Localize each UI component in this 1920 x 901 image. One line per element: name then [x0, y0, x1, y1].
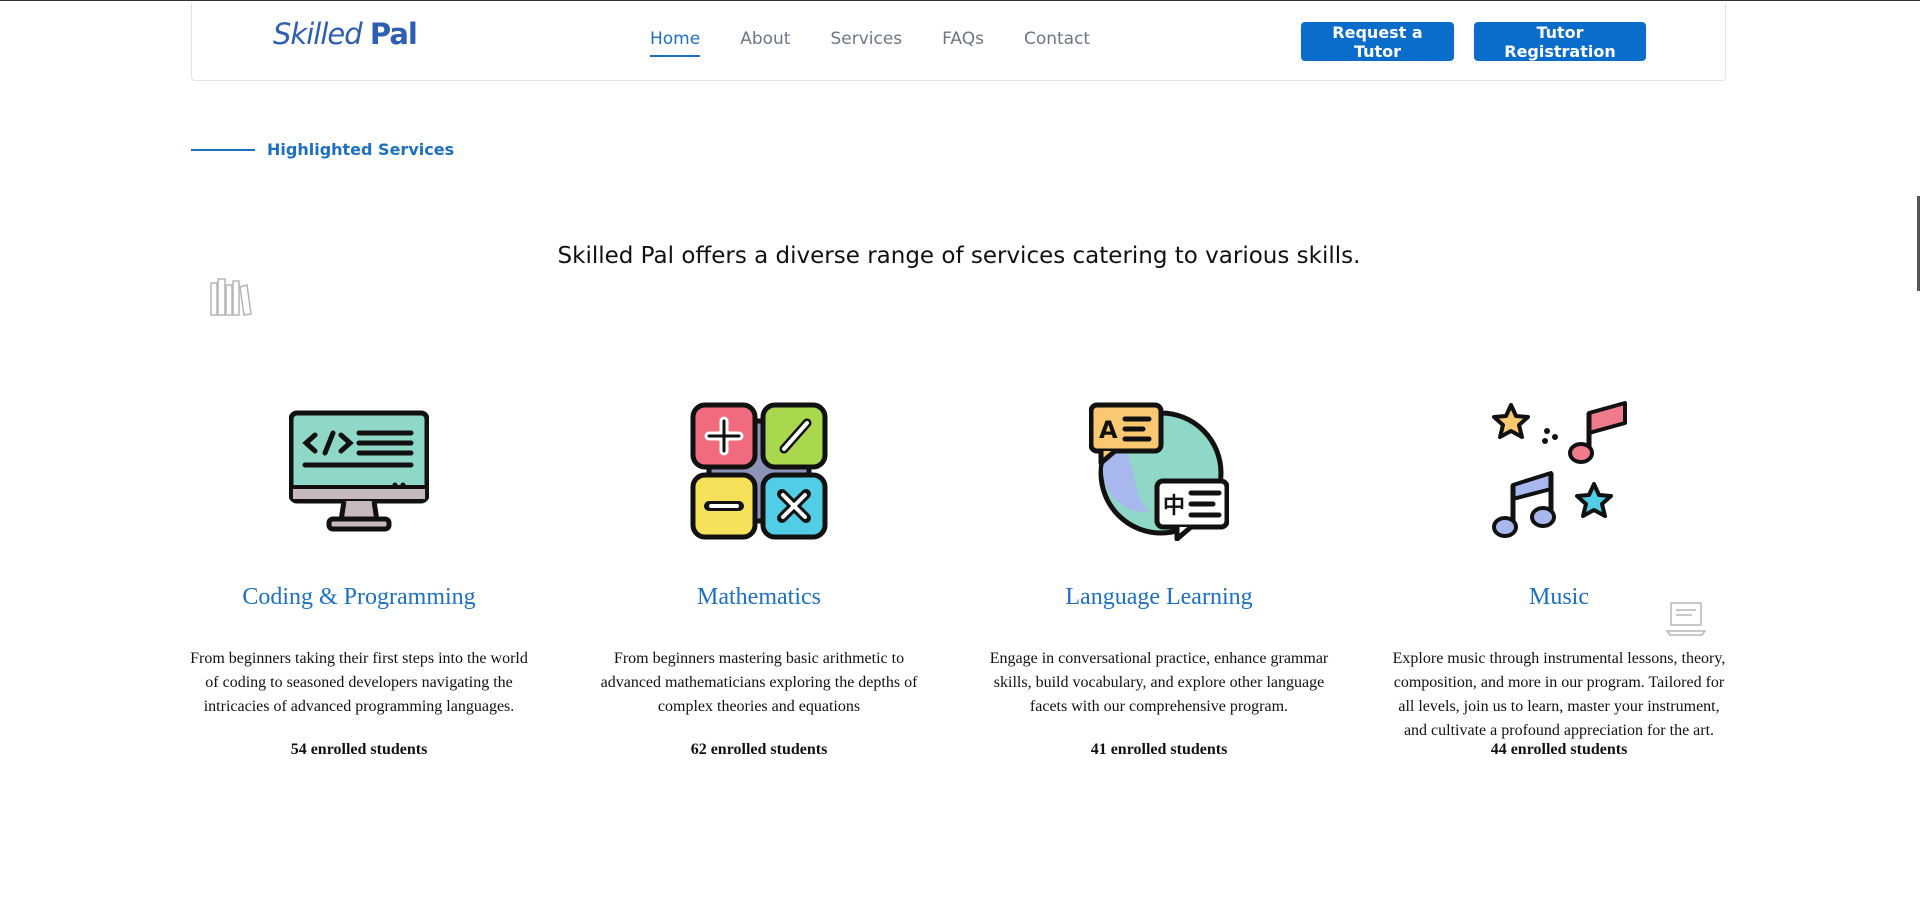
enrolled-count: 44 enrolled students — [1490, 741, 1628, 758]
nav-services[interactable]: Services — [830, 29, 902, 57]
service-title: Language Learning — [1065, 584, 1253, 610]
service-description: From beginners taking their first steps … — [190, 650, 528, 715]
navbar: Skilled Pal Home About Services FAQs Con… — [191, 3, 1726, 81]
eyebrow-line — [191, 148, 255, 151]
service-card-coding[interactable]: Coding & Programming From beginners taki… — [189, 401, 529, 759]
request-tutor-button[interactable]: Request a Tutor — [1301, 22, 1454, 61]
logo-text-part2: Pal — [369, 17, 418, 51]
service-title: Coding & Programming — [242, 584, 476, 610]
eyebrow-label: Highlighted Services — [267, 140, 455, 159]
logo[interactable]: Skilled Pal — [273, 17, 418, 51]
service-description: From beginners mastering basic arithmeti… — [600, 650, 918, 715]
service-description: Engage in conversational practice, enhan… — [989, 650, 1329, 715]
service-title: Music — [1529, 584, 1589, 610]
section-eyebrow: Highlighted Services — [191, 140, 454, 159]
main-menu: Home About Services FAQs Contact — [650, 29, 1130, 57]
service-card-music[interactable]: Music Explore music through instrumental… — [1389, 401, 1729, 759]
tutor-registration-button[interactable]: Tutor Registration — [1474, 22, 1646, 61]
nav-home[interactable]: Home — [650, 29, 701, 57]
service-title: Mathematics — [697, 584, 821, 610]
music-notes-icon — [1492, 401, 1627, 538]
math-operators-icon — [690, 402, 828, 540]
svg-text:A: A — [1099, 416, 1118, 444]
books-decoration-icon — [210, 278, 252, 316]
enrolled-count: 41 enrolled students — [1090, 741, 1228, 758]
service-description: Explore music through instrumental lesso… — [1392, 650, 1726, 739]
enrolled-count: 62 enrolled students — [690, 741, 828, 758]
section-headline: Skilled Pal offers a diverse range of se… — [557, 243, 1361, 269]
nav-faqs[interactable]: FAQs — [942, 29, 984, 57]
nav-about[interactable]: About — [740, 29, 790, 57]
logo-text-part1: Skilled — [273, 17, 363, 51]
language-globe-icon: A 中 — [1088, 402, 1230, 542]
nav-contact[interactable]: Contact — [1024, 29, 1090, 57]
code-monitor-icon — [288, 410, 430, 532]
service-card-mathematics[interactable]: Mathematics From beginners mastering bas… — [589, 401, 929, 759]
enrolled-count: 54 enrolled students — [290, 741, 428, 758]
svg-text:中: 中 — [1163, 494, 1185, 519]
service-card-language[interactable]: A 中 Language Learning Engage in conversa… — [989, 401, 1329, 759]
